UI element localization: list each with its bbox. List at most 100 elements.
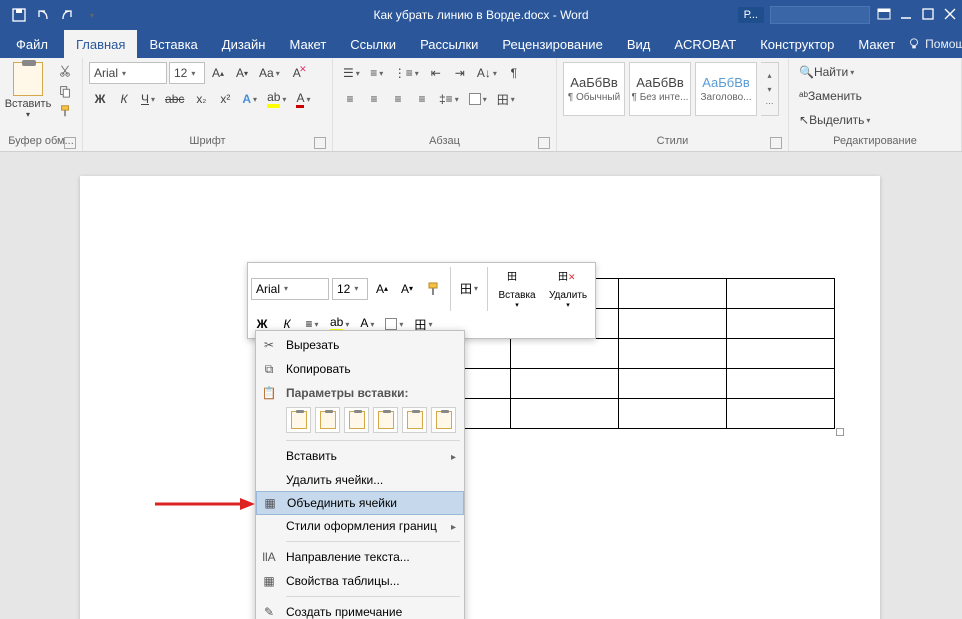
ctx-delete-cells[interactable]: Удалить ячейки... [256, 468, 464, 492]
font-size-select[interactable]: 12 [169, 62, 205, 84]
window-title: Как убрать линию в Ворде.docx - Word [373, 8, 588, 22]
align-left-button[interactable]: ≡ [339, 88, 361, 110]
clipboard-launcher[interactable] [64, 137, 76, 149]
paste-opt-5[interactable] [402, 407, 427, 433]
group-editing: 🔍 Найти ᵃᵇ Заменить ↖ Выделить Редактиро… [789, 58, 962, 151]
qat-customize[interactable] [80, 4, 102, 26]
tab-layout[interactable]: Макет [277, 30, 338, 58]
bullets-button[interactable]: ☰ [339, 62, 364, 84]
tab-review[interactable]: Рецензирование [490, 30, 614, 58]
paste-button[interactable]: Вставить ▾ [6, 62, 50, 119]
superscript-button[interactable]: x² [214, 88, 236, 110]
mini-font-size[interactable]: 12 [332, 278, 368, 300]
tab-view[interactable]: Вид [615, 30, 663, 58]
styles-more[interactable]: ▴▾⋯ [761, 62, 779, 116]
styles-launcher[interactable] [770, 137, 782, 149]
undo-button[interactable] [32, 4, 54, 26]
tab-design[interactable]: Дизайн [210, 30, 278, 58]
group-clipboard: Вставить ▾ Буфер обм... [0, 58, 83, 151]
table-resize-handle[interactable] [836, 428, 844, 436]
mini-font-name[interactable]: Arial [251, 278, 329, 300]
paste-opt-6[interactable] [431, 407, 456, 433]
paste-opt-1[interactable] [286, 407, 311, 433]
line-spacing-button[interactable]: ‡≡ [435, 88, 463, 110]
tell-me[interactable]: Помощ... [907, 30, 962, 58]
group-paragraph: ☰ ≡ ⋮≡ ⇤ ⇥ A↓ ¶ ≡ ≡ ≡ ≡ ‡≡ 田 Абзац [333, 58, 557, 151]
paste-opt-2[interactable] [315, 407, 340, 433]
justify-button[interactable]: ≡ [411, 88, 433, 110]
title-bar: Как убрать линию в Ворде.docx - Word Р..… [0, 0, 962, 30]
decrease-indent-button[interactable]: ⇤ [425, 62, 447, 84]
highlight-button[interactable]: ab [263, 88, 290, 110]
ribbon-display-options[interactable] [876, 6, 892, 25]
subscript-button[interactable]: x₂ [190, 88, 212, 110]
user-badge[interactable]: Р... [738, 7, 764, 23]
para-launcher[interactable] [538, 137, 550, 149]
style-normal[interactable]: АаБбВв¶ Обычный [563, 62, 625, 116]
mini-format-painter[interactable] [421, 278, 445, 300]
tab-layout2[interactable]: Макет [846, 30, 907, 58]
mini-table-insert-grid[interactable]: 田 [456, 278, 482, 300]
tab-insert[interactable]: Вставка [137, 30, 209, 58]
save-button[interactable] [8, 4, 30, 26]
find-button[interactable]: 🔍 Найти [795, 62, 895, 82]
page[interactable]: ✥ [80, 176, 880, 619]
maximize-button[interactable] [920, 6, 936, 25]
numbering-button[interactable]: ≡ [366, 62, 388, 84]
mini-delete-button[interactable]: 田✕Удалить▾ [544, 266, 592, 311]
copy-button[interactable] [54, 82, 76, 100]
style-nospacing[interactable]: АаБбВв¶ Без инте... [629, 62, 691, 116]
cut-button[interactable] [54, 62, 76, 80]
minimize-button[interactable] [898, 6, 914, 25]
ctx-text-direction[interactable]: llAНаправление текста... [256, 545, 464, 569]
ctx-new-comment[interactable]: ✎Создать примечание [256, 600, 464, 619]
mini-insert-button[interactable]: 田Вставка▾ [493, 266, 541, 311]
tab-mailings[interactable]: Рассылки [408, 30, 490, 58]
paste-opt-3[interactable] [344, 407, 369, 433]
ctx-merge-cells[interactable]: ▦Объединить ячейки [256, 491, 464, 515]
group-font: Arial 12 A▴ A▾ Aa A✕ Ж К Ч abc x₂ x² A a… [83, 58, 333, 151]
font-color-button[interactable]: A [292, 88, 314, 110]
multilevel-button[interactable]: ⋮≡ [390, 62, 423, 84]
strikethrough-button[interactable]: abc [161, 88, 188, 110]
mini-shrink-font[interactable]: A▾ [396, 278, 418, 300]
scissors-icon: ✂ [260, 336, 278, 354]
style-heading1[interactable]: АаБбВвЗаголово... [695, 62, 757, 116]
sort-button[interactable]: A↓ [473, 62, 501, 84]
paste-opt-4[interactable] [373, 407, 398, 433]
align-right-button[interactable]: ≡ [387, 88, 409, 110]
font-name-select[interactable]: Arial [89, 62, 167, 84]
format-painter-button[interactable] [54, 102, 76, 120]
shrink-font-button[interactable]: A▾ [231, 62, 253, 84]
grow-font-button[interactable]: A▴ [207, 62, 229, 84]
replace-button[interactable]: ᵃᵇ Заменить [795, 86, 895, 106]
align-center-button[interactable]: ≡ [363, 88, 385, 110]
bold-button[interactable]: Ж [89, 88, 111, 110]
underline-button[interactable]: Ч [137, 88, 159, 110]
font-launcher[interactable] [314, 137, 326, 149]
increase-indent-button[interactable]: ⇥ [449, 62, 471, 84]
select-button[interactable]: ↖ Выделить [795, 110, 895, 130]
show-marks-button[interactable]: ¶ [503, 62, 525, 84]
close-button[interactable] [942, 6, 958, 25]
borders-button[interactable]: 田 [493, 88, 519, 110]
ctx-copy[interactable]: ⧉Копировать [256, 357, 464, 381]
redo-button[interactable] [56, 4, 78, 26]
user-name-box[interactable] [770, 6, 870, 24]
text-effects-button[interactable]: A [238, 88, 261, 110]
mini-grow-font[interactable]: A▴ [371, 278, 393, 300]
tab-home[interactable]: Главная [64, 30, 137, 58]
change-case-button[interactable]: Aa [255, 62, 284, 84]
ctx-border-styles[interactable]: Стили оформления границ [256, 514, 464, 538]
italic-button[interactable]: К [113, 88, 135, 110]
tab-references[interactable]: Ссылки [338, 30, 408, 58]
document-area[interactable]: ✥ Arial 12 A▴ A▾ 田 田Вставка▾ 田✕Удалить▾ … [0, 152, 962, 619]
tab-file[interactable]: Файл [0, 30, 64, 58]
tab-constructor[interactable]: Конструктор [748, 30, 846, 58]
ctx-table-props[interactable]: ▦Свойства таблицы... [256, 569, 464, 593]
tab-acrobat[interactable]: ACROBAT [662, 30, 748, 58]
shading-button[interactable] [465, 88, 491, 110]
ctx-cut[interactable]: ✂Вырезать [256, 333, 464, 357]
ctx-insert[interactable]: Вставить [256, 444, 464, 468]
clear-formatting-button[interactable]: A✕ [286, 62, 308, 84]
